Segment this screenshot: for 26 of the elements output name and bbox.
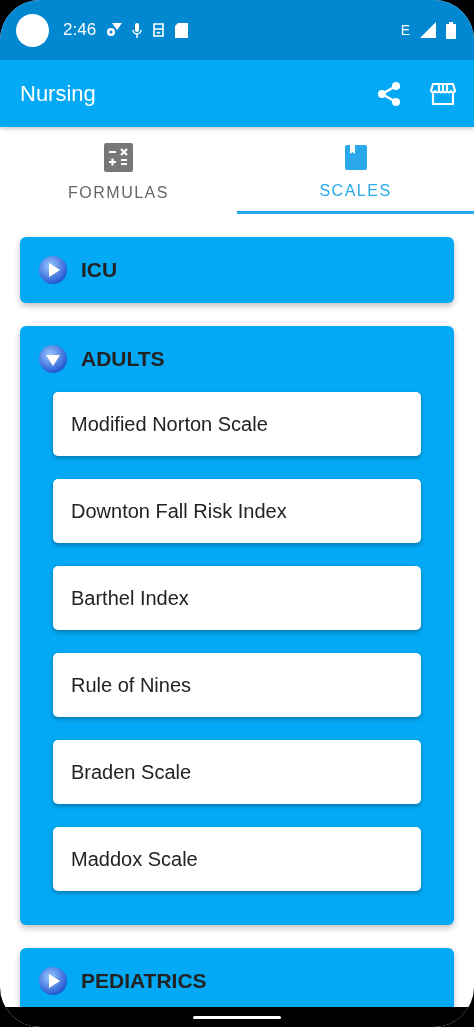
play-icon [38,966,68,996]
share-icon[interactable] [376,80,402,107]
section-header[interactable]: ICU [38,237,421,303]
store-icon[interactable] [430,81,456,106]
signal-icon [420,22,436,38]
settings-wifi-icon [106,23,123,37]
scale-item[interactable]: Modified Norton Scale [53,392,421,456]
calculator-icon [104,143,133,172]
status-time: 2:46 [63,20,97,40]
scale-item[interactable]: Braden Scale [53,740,421,804]
sd-card-icon [175,22,189,38]
home-indicator[interactable] [193,1015,281,1019]
expand-down-icon [38,344,68,374]
battery-icon [446,21,456,39]
scale-item[interactable]: Rule of Nines [53,653,421,717]
scale-item[interactable]: Barthel Index [53,566,421,630]
camera-cutout [16,13,49,47]
play-icon [38,255,68,285]
app-title: Nursing [20,80,96,107]
section-header[interactable]: ADULTS [38,326,421,392]
book-icon [344,145,367,170]
scale-item[interactable]: Downton Fall Risk Index [53,479,421,543]
network-type: E [400,22,410,38]
section-header[interactable]: PEDIATRICS [38,948,421,1007]
scale-item[interactable]: Maddox Scale [53,827,421,891]
microphone-icon [132,22,143,38]
